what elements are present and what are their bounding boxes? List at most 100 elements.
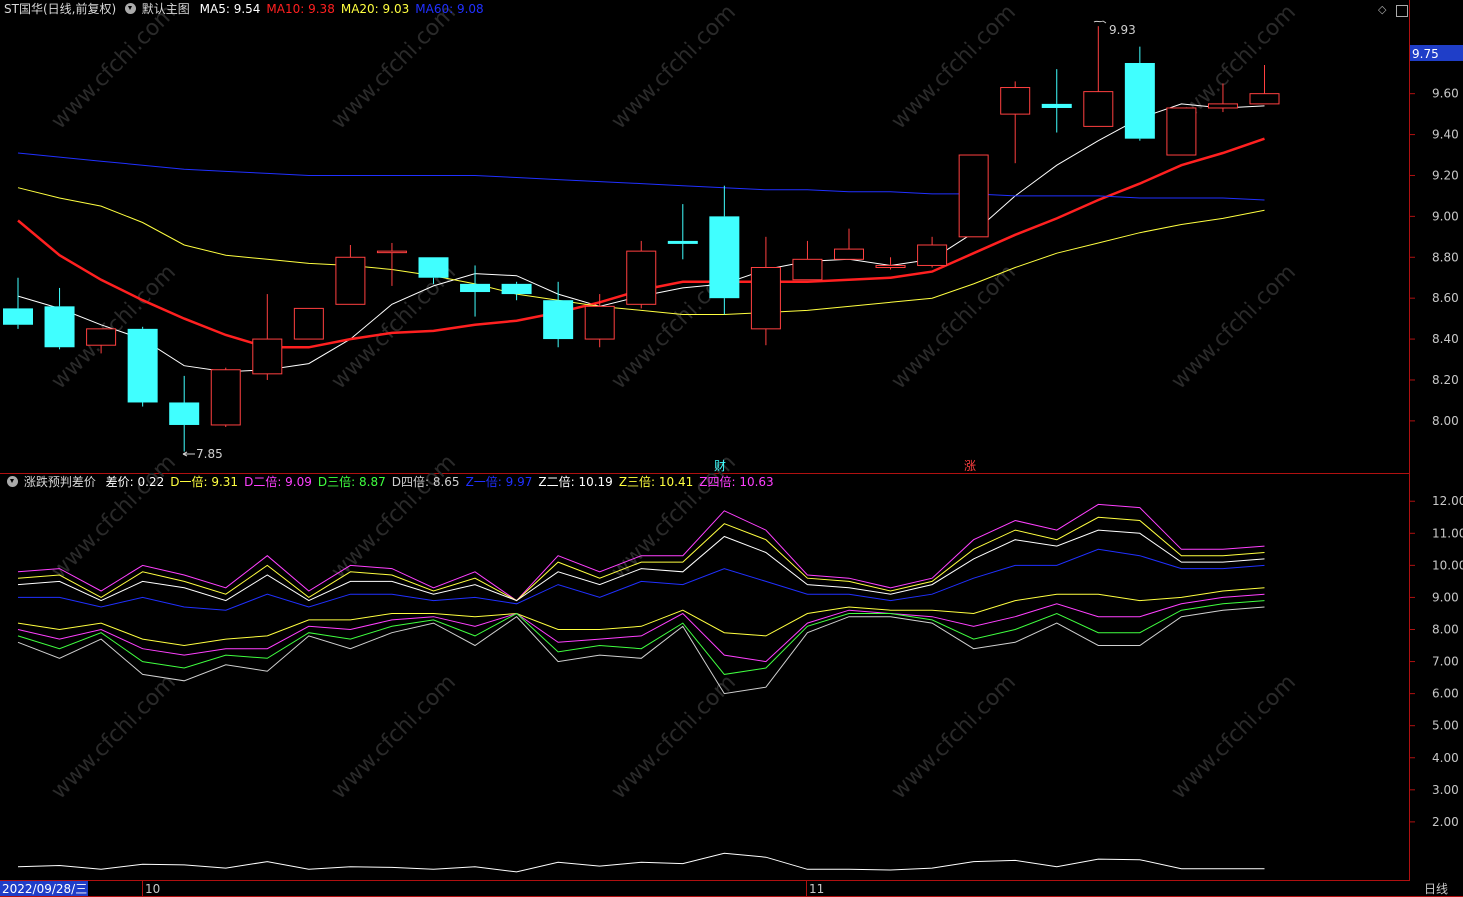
candle-21	[875, 257, 906, 270]
indicator-legend-item-0: 差价: 0.22	[105, 475, 165, 489]
indicator-line-8	[17, 852, 1265, 873]
candle-body	[127, 328, 158, 403]
candle-16	[667, 204, 698, 260]
candle-25	[1041, 69, 1072, 133]
price-tick-label-2: 8.40	[1432, 332, 1459, 346]
candle-7	[293, 307, 324, 340]
indicator-tick-label-2: 4.00	[1432, 751, 1459, 765]
candle-body	[460, 283, 491, 293]
candle-23	[958, 154, 989, 238]
current-date-label: 2022/09/28/三	[2, 882, 87, 896]
candle-22	[917, 236, 948, 268]
low-label: 7.85	[196, 447, 223, 461]
candle-body	[169, 402, 200, 425]
candle-24	[1000, 81, 1031, 164]
watermark-11: www.cfchi.com	[327, 670, 461, 804]
watermark-15: www.cfchi.com	[47, 450, 181, 584]
candle-body	[501, 283, 532, 295]
candle-15	[626, 240, 657, 309]
month-label-10: 10	[145, 882, 160, 896]
candle-18	[750, 236, 781, 346]
candle-body	[418, 257, 449, 278]
candle-body	[584, 305, 615, 340]
candle-30	[1249, 65, 1280, 105]
candle-body	[3, 308, 33, 325]
candle-body	[792, 258, 823, 281]
candle-body	[252, 338, 283, 375]
indicator-tick-label-10: 12.00	[1432, 494, 1463, 508]
candle-body	[543, 300, 574, 340]
indicator-line-5	[17, 593, 1265, 663]
watermark-9: www.cfchi.com	[1167, 260, 1301, 394]
indicator-legend-item-8: Z四倍: 10.63	[699, 475, 774, 489]
indicator-line-6	[17, 600, 1265, 675]
watermark-0: www.cfchi.com	[47, 0, 181, 134]
stock-title[interactable]: ST国华(日线,前复权)	[4, 2, 116, 16]
candle-body	[875, 264, 906, 268]
indicator-legend-item-6: Z二倍: 10.19	[538, 475, 613, 489]
indicator-legend-item-5: Z一倍: 9.97	[465, 475, 533, 489]
candle-13	[543, 281, 574, 348]
candle-8	[335, 245, 366, 305]
indicator-tick-label-3: 5.00	[1432, 719, 1459, 733]
candle-14	[584, 294, 615, 348]
price-tick-label-3: 8.60	[1432, 291, 1459, 305]
price-tick-label-4: 8.80	[1432, 250, 1459, 264]
diamond-toggle-icon[interactable]: ◇	[1378, 3, 1386, 16]
indicator-legend-item-1: D一倍: 9.31	[170, 475, 239, 489]
indicator-legend-item-3: D三倍: 8.87	[317, 475, 386, 489]
chart-canvas[interactable]: www.cfchi.com www.cfchi.com www.cfchi.com w…	[0, 0, 1463, 897]
indicator-legend-item-2: D二倍: 9.09	[244, 475, 312, 489]
ma-line-ma5	[17, 103, 1265, 373]
candle-20	[834, 228, 864, 260]
price-tick-label-1: 8.20	[1432, 373, 1459, 387]
price-axis: 8.00 8.20 8.40 8.60 8.80 9.00 9.20 9.40 9.60	[1410, 87, 1459, 428]
template-dropdown-icon[interactable]	[124, 3, 136, 14]
indicator-tick-label-1: 3.00	[1432, 783, 1459, 797]
candle-body	[917, 244, 948, 266]
indicator-name[interactable]: 涨跌预判差价	[24, 475, 96, 489]
watermark-16: www.cfchi.com	[327, 450, 461, 584]
maximize-icon[interactable]	[1396, 5, 1408, 17]
watermark-12: www.cfchi.com	[607, 670, 741, 804]
candle-11	[460, 265, 491, 317]
candle-body	[86, 328, 117, 346]
indicator-axis: 2.00 3.00 4.00 5.00 6.00 7.00 8.00 9.00 10.00 11.…	[1410, 494, 1463, 829]
indicator-tick-label-8: 10.00	[1432, 558, 1463, 572]
last-price-tag-label: 9.75	[1412, 47, 1439, 61]
indicator-tick-label-6: 8.00	[1432, 622, 1459, 636]
main-header: ST国华(日线,前复权) 默认主图 MA5: 9.54 MA10: 9.38 MA2…	[4, 1, 492, 17]
indicator-line-7	[17, 606, 1265, 695]
indicator-dropdown-icon[interactable]	[7, 476, 18, 487]
candle-19	[792, 240, 823, 281]
period-label[interactable]: 日线	[1424, 882, 1448, 896]
template-label[interactable]: 默认主图	[142, 2, 190, 16]
candle-body	[667, 240, 698, 244]
watermark-13: www.cfchi.com	[887, 670, 1021, 804]
candle-body	[376, 250, 407, 254]
candle-9	[376, 242, 407, 286]
watermark-2: www.cfchi.com	[607, 0, 741, 134]
price-tick-label-8: 9.60	[1432, 87, 1459, 101]
candle-28	[1166, 107, 1197, 156]
candle-body	[750, 266, 781, 330]
indicator-header: 涨跌预判差价 差价: 0.22 D一倍: 9.31 D二倍: 9.09 D三倍: 8.…	[4, 474, 782, 490]
ma-legend: MA5: 9.54 MA10: 9.38 MA20: 9.03 MA60: 9.08	[200, 2, 490, 16]
candle-body	[1124, 62, 1155, 139]
indicator-legend: 差价: 0.22 D一倍: 9.31 D二倍: 9.09 D三倍: 8.87 D四倍: …	[106, 475, 780, 489]
low-marker: 7.85	[182, 447, 223, 461]
candle-body	[44, 306, 75, 348]
candle-12	[501, 281, 532, 301]
candle-body	[626, 250, 657, 305]
price-tick-label-7: 9.40	[1432, 128, 1459, 142]
price-tick-label-0: 8.00	[1432, 414, 1459, 428]
event-marker-rise[interactable]: 涨	[964, 458, 976, 473]
indicator-tick-label-4: 6.00	[1432, 687, 1459, 701]
event-marker-finance[interactable]: 财	[714, 459, 726, 473]
candle-body	[210, 369, 241, 426]
indicator-tick-label-9: 11.00	[1432, 526, 1463, 540]
price-tick-label-6: 9.20	[1432, 168, 1459, 182]
candle-5	[210, 367, 241, 428]
indicator-legend-item-4: D四倍: 8.65	[391, 475, 460, 489]
candle-body	[1000, 87, 1031, 115]
